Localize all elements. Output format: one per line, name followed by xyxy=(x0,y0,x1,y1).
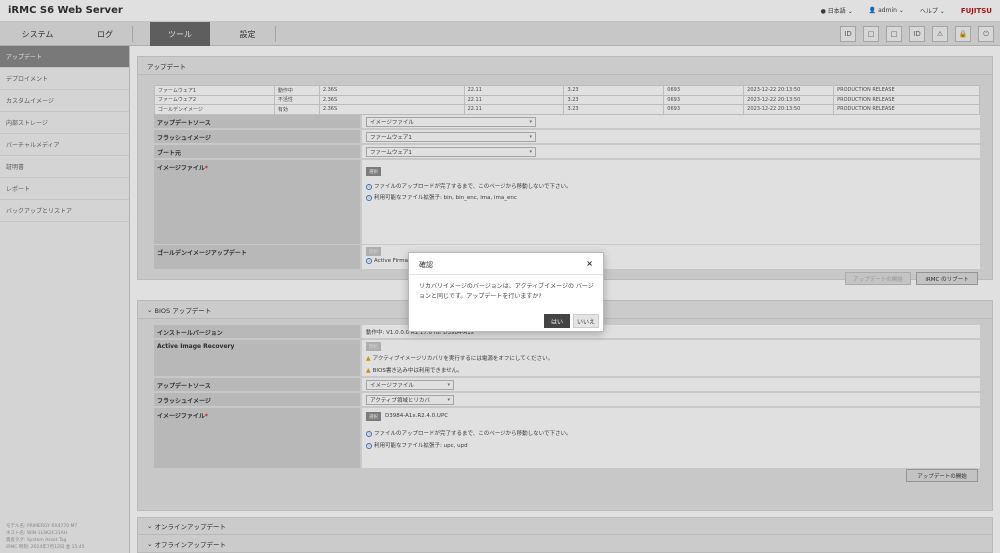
confirm-dialog: 確認 × リカバリイメージのバージョンは、アクティブイメージの バージョンと同じ… xyxy=(408,252,604,332)
no-button[interactable]: いいえ xyxy=(573,314,599,328)
dialog-message: リカバリイメージのバージョンは、アクティブイメージの バージョンと同じです。アッ… xyxy=(419,283,594,300)
dialog-title: 確認 xyxy=(419,261,433,269)
yes-button[interactable]: はい xyxy=(544,314,570,328)
dialog-divider xyxy=(409,274,603,275)
close-icon[interactable]: × xyxy=(586,259,593,268)
